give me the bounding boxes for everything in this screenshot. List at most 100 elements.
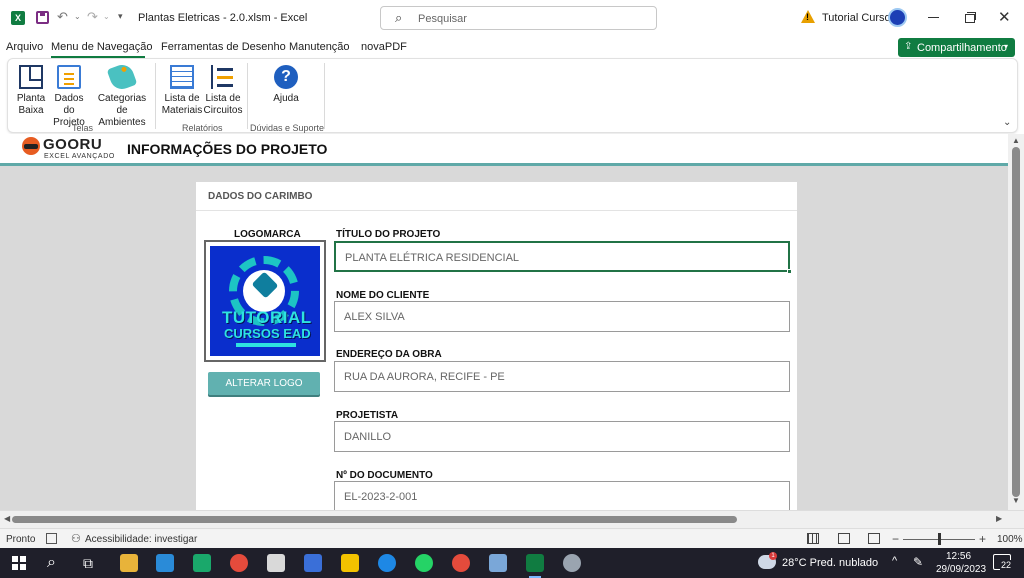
logo-text-cursos-ead: CURSOS EAD <box>224 326 311 341</box>
minimize-button[interactable] <box>926 8 942 24</box>
planta-baixa-label-2: Baixa <box>18 105 44 116</box>
tab-ferramentas-de-desenho[interactable]: Ferramentas de Desenho <box>161 41 286 53</box>
vertical-scroll-thumb[interactable] <box>1012 147 1020 497</box>
group-label-duvidas-e-suporte: Dúvidas e Suporte <box>250 123 325 133</box>
app-icon-c[interactable] <box>267 554 285 572</box>
field-label-projetista: PROJETISTA <box>336 410 399 421</box>
site-address-field[interactable]: RUA DA AURORA, RECIFE - PE <box>334 361 790 392</box>
zoom-level[interactable]: 100% <box>997 534 1023 545</box>
logo-label: LOGOMARCA <box>234 229 301 240</box>
scroll-left-icon[interactable]: ◀ <box>4 514 10 523</box>
share-button[interactable]: ⇪ Compartilhamento ▾ <box>898 38 1015 57</box>
status-ready: Pronto <box>6 534 36 545</box>
project-title-field[interactable]: PLANTA ELÉTRICA RESIDENCIAL <box>334 241 790 272</box>
ajuda-button[interactable]: ? Ajuda <box>266 65 306 105</box>
pen-icon[interactable]: ✎ <box>913 555 923 569</box>
taskbar-search-icon[interactable]: ⌕ <box>47 554 56 572</box>
avatar[interactable] <box>888 8 907 27</box>
app-icon-d[interactable] <box>304 554 322 572</box>
zoom-slider-thumb[interactable] <box>938 533 941 545</box>
macro-recording-icon[interactable] <box>46 533 57 544</box>
collapse-ribbon-icon[interactable]: ⌄ <box>1003 117 1011 128</box>
file-explorer-icon[interactable] <box>120 554 138 572</box>
undo-dropdown-icon[interactable]: ⌄ <box>74 12 81 21</box>
close-button[interactable]: ✕ <box>998 8 1011 26</box>
task-view-icon[interactable]: ⧉ <box>83 555 93 572</box>
app-icon-e[interactable] <box>341 554 359 572</box>
scroll-right-icon[interactable]: ▶ <box>996 514 1002 523</box>
field-label-documento: Nº DO DOCUMENTO <box>336 470 433 481</box>
normal-view-icon[interactable] <box>807 533 819 544</box>
app-icon-b[interactable] <box>193 554 211 572</box>
lista-de-circuitos-button[interactable]: Lista de Circuitos <box>202 65 244 117</box>
page-layout-view-icon[interactable] <box>838 533 850 544</box>
save-icon[interactable] <box>36 11 49 24</box>
dados-do-projeto-label-1: Dados do <box>54 93 84 116</box>
vertical-scrollbar[interactable]: ▲ ▼ <box>1008 134 1024 510</box>
accessibility-icon[interactable]: ⚇ <box>71 532 81 545</box>
project-title-value: PLANTA ELÉTRICA RESIDENCIAL <box>345 252 520 264</box>
planta-baixa-button[interactable]: Planta Baixa <box>15 65 47 117</box>
app-icon-f[interactable] <box>489 554 507 572</box>
group-separator <box>155 63 156 129</box>
page-break-view-icon[interactable] <box>868 533 880 544</box>
planta-baixa-label-1: Planta <box>16 93 46 104</box>
group-separator <box>247 63 248 129</box>
chrome-profile-icon[interactable] <box>452 554 470 572</box>
tab-novapdf[interactable]: novaPDF <box>361 41 407 53</box>
lista-materiais-label-1: Lista de <box>164 93 200 104</box>
warning-icon[interactable] <box>801 10 815 23</box>
document-number-field[interactable]: EL-2023-2-001 <box>334 481 790 510</box>
field-label-cliente: NOME DO CLIENTE <box>336 290 430 301</box>
weather-text[interactable]: 28°C Pred. nublado <box>782 557 878 569</box>
fill-handle[interactable] <box>787 269 792 274</box>
account-name[interactable]: Tutorial Cursos <box>822 12 896 24</box>
tab-manutencao[interactable]: Manutenção <box>289 41 350 53</box>
dados-do-projeto-button[interactable]: Dados do Projeto <box>48 65 90 129</box>
field-label-endereco: ENDEREÇO DA OBRA <box>336 349 442 360</box>
customize-quick-access-icon[interactable]: ▾ <box>118 11 123 22</box>
excel-taskbar-icon[interactable] <box>526 554 544 578</box>
chrome-icon[interactable] <box>230 554 248 572</box>
group-label-telas: Telas <box>72 123 94 133</box>
app-icon-g[interactable] <box>563 554 581 572</box>
clock-date[interactable]: 29/09/2023 <box>936 564 986 575</box>
share-dropdown-icon[interactable]: ▾ <box>1004 42 1008 51</box>
zoom-out-icon[interactable]: − <box>892 532 899 546</box>
alter-logo-button[interactable]: ALTERAR LOGO <box>208 372 320 395</box>
chevron-up-icon[interactable]: ^ <box>892 555 897 567</box>
categorias-de-ambientes-button[interactable]: Categorias de Ambientes <box>91 61 153 129</box>
card-title: DADOS DO CARIMBO <box>208 191 313 202</box>
redo-dropdown-icon[interactable]: ⌄ <box>103 12 110 21</box>
app-icon-a[interactable] <box>156 554 174 572</box>
tab-menu-de-navegacao[interactable]: Menu de Navegação <box>51 41 153 53</box>
lista-circuitos-label-2: Circuitos <box>203 105 243 116</box>
accessibility-status[interactable]: Acessibilidade: investigar <box>85 534 197 545</box>
edge-icon[interactable] <box>378 554 396 572</box>
designer-field[interactable]: DANILLO <box>334 421 790 452</box>
scroll-down-icon[interactable]: ▼ <box>1012 496 1020 505</box>
share-button-label: Compartilhamento <box>917 42 1007 54</box>
gooru-logo-icon <box>22 137 40 159</box>
horizontal-scroll-thumb[interactable] <box>12 516 737 523</box>
windows-start-icon[interactable] <box>12 556 26 570</box>
clock-time[interactable]: 12:56 <box>946 551 971 562</box>
company-logo-image[interactable]: TUTORIAL CURSOS EAD <box>210 246 320 356</box>
field-label-titulo: TÍTULO DO PROJETO <box>336 229 441 240</box>
undo-icon[interactable]: ↶ <box>57 9 68 25</box>
whatsapp-icon[interactable] <box>415 554 433 572</box>
categorias-label-1: Categorias de <box>97 93 147 116</box>
restore-button[interactable] <box>962 8 978 24</box>
tab-arquivo[interactable]: Arquivo <box>6 41 43 53</box>
scroll-up-icon[interactable]: ▲ <box>1012 136 1020 145</box>
client-name-field[interactable]: ALEX SILVA <box>334 301 790 332</box>
clipboard-icon <box>57 65 81 89</box>
horizontal-scrollbar[interactable]: ◀ ▶ <box>0 510 1024 528</box>
redo-icon[interactable]: ↷ <box>87 9 98 25</box>
search-input[interactable]: ⌕ Pesquisar <box>380 6 657 30</box>
lista-circuitos-label-1: Lista de <box>205 93 241 104</box>
lista-de-materiais-button[interactable]: Lista de Materiais <box>160 65 204 117</box>
taskbar: ⌕ ⧉ 1 28°C Pred. nublado ^ ✎ 12:56 29/09… <box>0 548 1024 578</box>
zoom-in-icon[interactable]: + <box>979 532 986 546</box>
excel-logo-icon[interactable]: X <box>11 11 25 25</box>
